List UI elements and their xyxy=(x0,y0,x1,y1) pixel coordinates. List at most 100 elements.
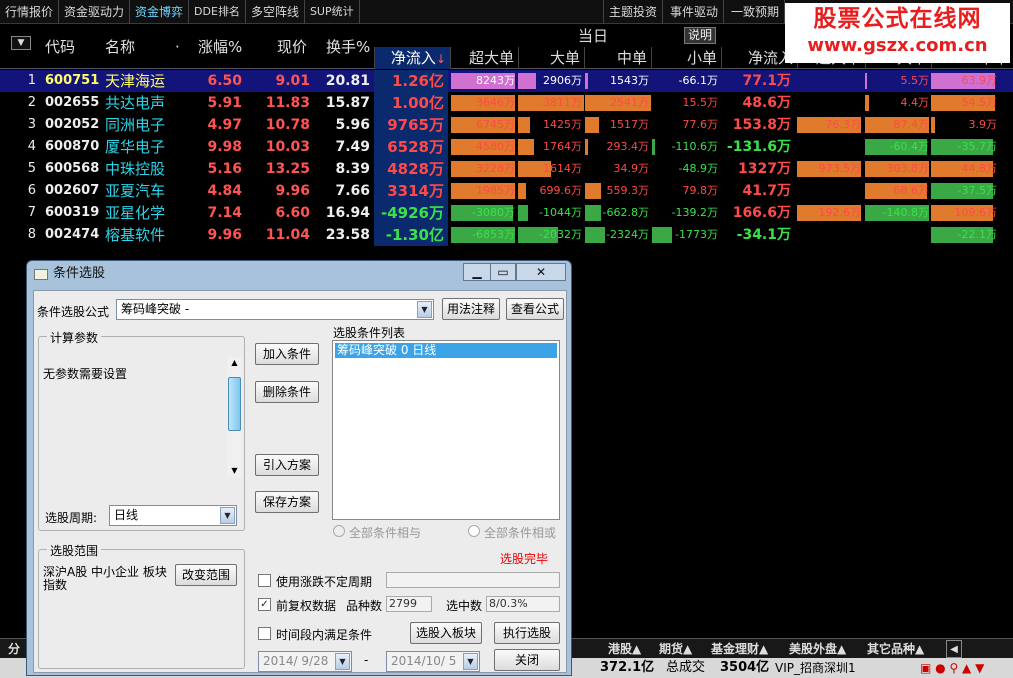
flow-value: 973.5万 xyxy=(818,162,862,175)
formula-select[interactable]: 筹码峰突破 - ▼ xyxy=(116,299,434,320)
date-from[interactable]: 2014/ 9/28 ▼ xyxy=(258,651,352,672)
row-index: 2 xyxy=(27,95,36,110)
net-inflow: 4828万 xyxy=(374,158,448,180)
view-formula-button[interactable]: 查看公式 xyxy=(506,298,564,320)
bottom-tab-hk[interactable]: 港股▲ xyxy=(608,640,641,658)
chevron-down-icon: ▼ xyxy=(417,301,432,318)
net-inflow: 1.26亿 xyxy=(374,70,448,92)
flow-value: -140.8万 xyxy=(882,206,929,219)
scroll-left-icon[interactable]: ◀ xyxy=(946,640,962,658)
flow-value: 87.4万 xyxy=(893,118,930,131)
current-price: 9.96 xyxy=(275,183,310,199)
radio-all-and[interactable] xyxy=(333,525,345,537)
row-index: 5 xyxy=(27,161,36,176)
stock-code: 600319 xyxy=(45,205,100,220)
tab-consensus[interactable]: 一致预期 xyxy=(726,0,786,24)
save-plan-button[interactable]: 保存方案 xyxy=(255,491,319,513)
header-medium[interactable]: 中单 xyxy=(584,47,651,69)
tab-event-drive[interactable]: 事件驱动 xyxy=(665,0,725,24)
tab-fund-game[interactable]: 资金博弈 xyxy=(130,0,190,24)
flow-value: 4.4万 xyxy=(900,96,930,109)
header-name[interactable]: 名称 xyxy=(105,25,135,69)
selected-label: 选中数 xyxy=(446,599,483,613)
change-pct: 5.91 xyxy=(207,95,242,111)
turnover-rate: 16.94 xyxy=(325,205,370,221)
header-large[interactable]: 大单 xyxy=(518,47,584,69)
net-inflow: 1.00亿 xyxy=(374,92,448,114)
date-to[interactable]: 2014/10/ 5 ▼ xyxy=(386,651,480,672)
flow-value: -1044万 xyxy=(539,206,582,219)
table-row[interactable]: 1 600751 天津海运 6.50 9.01 20.81 1.26亿 8243万 2906万 1… xyxy=(0,70,1013,92)
flow-value xyxy=(865,224,931,246)
pre-adjust-checkbox[interactable]: ✓ xyxy=(258,598,271,611)
table-row[interactable]: 8 002474 榕基软件 9.96 11.04 23.58 -1.30亿 -6853万 -20… xyxy=(0,224,1013,246)
header-small[interactable]: 小单 xyxy=(651,47,721,69)
tab-dde-rank[interactable]: DDE排名 xyxy=(189,0,246,24)
bottom-tab-other[interactable]: 其它品种▲ xyxy=(867,640,924,658)
change-scope-button[interactable]: 改变范围 xyxy=(175,564,237,586)
add-condition-button[interactable]: 加入条件 xyxy=(255,343,319,365)
stock-code: 600751 xyxy=(45,73,100,88)
chevron-down-icon: ▼ xyxy=(463,653,478,670)
header-today: 当日 xyxy=(577,27,608,45)
tab-long-short[interactable]: 多空阵线 xyxy=(246,0,305,24)
period-select[interactable]: 日线 ▼ xyxy=(109,505,237,526)
stock-code: 002655 xyxy=(45,95,100,110)
header-super-large[interactable]: 超大单 xyxy=(450,47,518,69)
time-cond-label: 时间段内满足条件 xyxy=(276,628,373,642)
flow-value: 1614万 xyxy=(543,162,582,175)
params-scrollbar[interactable]: ▲ ▼ xyxy=(227,357,242,477)
header-net-inflow[interactable]: 净流入↓ xyxy=(374,47,450,69)
stock-code: 002607 xyxy=(45,183,100,198)
usage-notes-button[interactable]: 用法注释 xyxy=(442,298,500,320)
run-screen-button[interactable]: 执行选股 xyxy=(494,622,560,644)
uncertain-period-checkbox[interactable] xyxy=(258,574,271,587)
condition-list-item[interactable]: 筹码峰突破 0 日线 xyxy=(335,343,557,358)
dropdown-arrow-icon[interactable]: ▼ xyxy=(11,36,31,50)
table-row[interactable]: 3 002052 同洲电子 4.97 10.78 5.96 9765万 6745万 1425万 1… xyxy=(0,114,1013,136)
import-plan-button[interactable]: 引入方案 xyxy=(255,454,319,476)
flow-value: 68.6万 xyxy=(893,184,930,197)
tab-theme-invest[interactable]: 主题投资 xyxy=(603,0,664,24)
bottom-tab-funds[interactable]: 基金理财▲ xyxy=(711,640,768,658)
stock-name: 榕基软件 xyxy=(105,226,166,244)
tab-sup-stats[interactable]: SUP统计 xyxy=(305,0,360,24)
tab-fund-drive[interactable]: 资金驱动力 xyxy=(59,0,131,24)
header-code[interactable]: 代码 xyxy=(45,25,75,69)
condition-listbox[interactable]: 筹码峰突破 0 日线 xyxy=(332,340,560,520)
close-window-button[interactable]: ✕ xyxy=(516,263,566,281)
scroll-thumb[interactable] xyxy=(228,377,241,431)
maximize-button[interactable]: ▭ xyxy=(490,263,516,281)
stock-screen-dialog: 条件选股 ▁ ▭ ✕ 条件选股公式 筹码峰突破 - ▼ 用法注释 查看公式 计算参… xyxy=(26,260,572,676)
period-label: 选股周期: xyxy=(45,511,98,525)
turnover-rate: 23.58 xyxy=(325,227,370,243)
params-group: 计算参数 无参数需要设置 ▲ ▼ 选股周期: 日线 ▼ xyxy=(38,329,245,531)
header-turnover[interactable]: 换手% xyxy=(326,25,370,69)
bottom-tab-us[interactable]: 美股外盘▲ xyxy=(789,640,846,658)
flow-value: 54.5万 xyxy=(961,96,998,109)
scroll-up-icon[interactable]: ▲ xyxy=(227,357,242,369)
row-index: 6 xyxy=(27,183,36,198)
table-row[interactable]: 4 600870 厦华电子 9.98 10.03 7.49 6528万 4580万 1764万 2… xyxy=(0,136,1013,158)
to-block-button[interactable]: 选股入板块 xyxy=(410,622,482,644)
bottom-tab-futures[interactable]: 期货▲ xyxy=(659,640,692,658)
tab-quotes[interactable]: 行情报价 xyxy=(0,0,60,24)
scroll-down-icon[interactable]: ▼ xyxy=(227,465,242,477)
flow-value: -131.6万 xyxy=(726,139,791,155)
time-cond-checkbox[interactable] xyxy=(258,627,271,640)
minimize-button[interactable]: ▁ xyxy=(463,263,491,281)
table-row[interactable]: 5 600568 中珠控股 5.16 13.25 8.39 4828万 3228万 1614万 3… xyxy=(0,158,1013,180)
close-button[interactable]: 关闭 xyxy=(494,649,560,671)
table-row[interactable]: 7 600319 亚星化学 7.14 6.60 16.94 -4926万 -3080万 -104… xyxy=(0,202,1013,224)
table-row[interactable]: 6 002607 亚夏汽车 4.84 9.96 7.66 3314万 1985万 699.6万 5… xyxy=(0,180,1013,202)
chevron-down-icon: ▼ xyxy=(335,653,350,670)
current-price: 11.04 xyxy=(265,227,310,243)
bottom-tab-fen[interactable]: 分 xyxy=(8,640,20,658)
explain-button[interactable]: 说明 xyxy=(684,27,717,44)
table-row[interactable]: 2 002655 共达电声 5.91 11.83 15.87 1.00亿 3646万 3811万… xyxy=(0,92,1013,114)
radio-all-or[interactable] xyxy=(468,525,480,537)
header-price[interactable]: 现价 xyxy=(277,25,307,69)
header-pct[interactable]: 涨幅% xyxy=(198,25,242,69)
delete-condition-button[interactable]: 删除条件 xyxy=(255,381,319,403)
status-broker: VIP_招商深圳1 xyxy=(775,661,856,675)
